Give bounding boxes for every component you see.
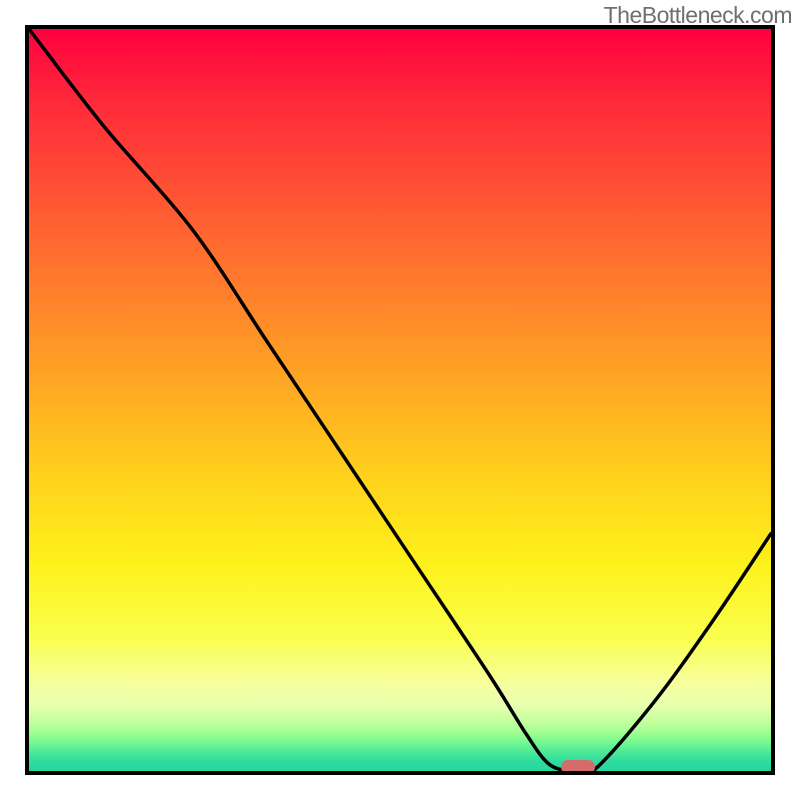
chart-container: TheBottleneck.com bbox=[0, 0, 800, 800]
bottleneck-curve-path bbox=[29, 29, 771, 771]
chart-frame bbox=[25, 25, 775, 775]
optimum-marker bbox=[561, 760, 595, 774]
watermark-text: TheBottleneck.com bbox=[604, 2, 792, 29]
curve-svg bbox=[29, 29, 771, 771]
